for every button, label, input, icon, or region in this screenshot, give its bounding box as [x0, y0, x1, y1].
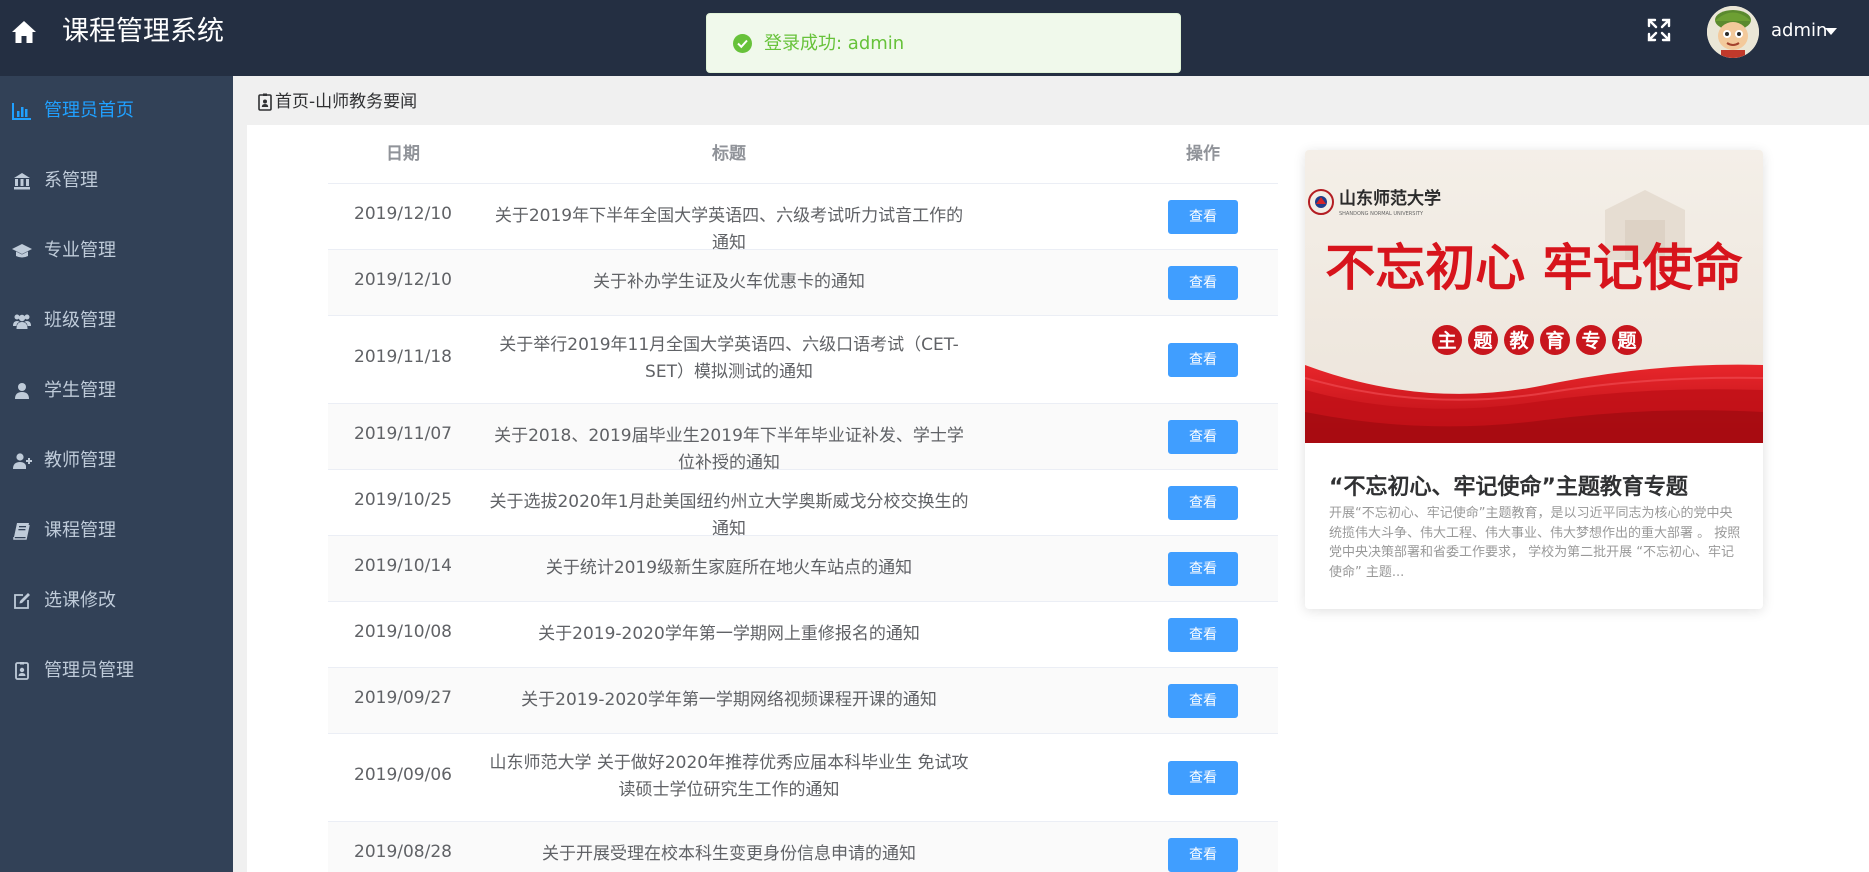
id-badge-icon — [258, 93, 272, 111]
avatar-image — [1707, 6, 1759, 58]
row-date: 2019/09/06 — [354, 765, 452, 785]
row-date: 2019/10/14 — [354, 556, 452, 576]
row-title[interactable]: 关于开展受理在校本科生变更身份信息申请的通知 — [488, 841, 970, 868]
id-badge-icon — [15, 662, 29, 680]
banner-subtitle-char: 题 — [1473, 330, 1492, 352]
row-title[interactable]: 关于补办学生证及火车优惠卡的通知 — [488, 269, 970, 296]
table-row: 2019/10/14 关于统计2019级新生家庭所在地火车站点的通知 查看 — [328, 536, 1278, 602]
sidebar-item-course[interactable]: 课程管理 — [0, 496, 233, 566]
users-icon — [13, 314, 31, 329]
sidebar-item-label: 班级管理 — [44, 310, 116, 331]
banner-school-name-en: SHANDONG NORMAL UNIVERSITY — [1339, 211, 1424, 217]
sidebar-item-label: 管理员管理 — [44, 660, 134, 681]
row-date: 2019/11/07 — [354, 424, 452, 444]
row-title[interactable]: 关于举行2019年11月全国大学英语四、六级口语考试（CET-SET）模拟测试的… — [484, 332, 974, 386]
graduation-cap-icon — [12, 244, 32, 258]
row-date: 2019/12/10 — [354, 270, 452, 290]
sidebar-item-label: 教师管理 — [44, 450, 116, 471]
sidebar-item-label: 选课修改 — [44, 590, 116, 611]
user-name[interactable]: admin — [1771, 18, 1827, 44]
user-plus-icon — [13, 453, 32, 469]
view-button[interactable]: 查看 — [1168, 200, 1238, 234]
row-title[interactable]: 关于2019-2020学年第一学期网上重修报名的通知 — [488, 621, 970, 648]
table-row: 2019/09/06 山东师范大学 关于做好2020年推荐优秀应届本科毕业生 免… — [328, 734, 1278, 822]
user-icon — [15, 383, 29, 399]
row-date: 2019/10/08 — [354, 622, 452, 642]
row-date: 2019/09/27 — [354, 688, 452, 708]
sidebar-item-admin-manage[interactable]: 管理员管理 — [0, 636, 233, 706]
banner-headline: 不忘初心 牢记使命 — [1325, 239, 1742, 297]
feature-description: 开展“不忘初心、牢记使命”主题教育，是以习近平同志为核心的党中央统揽伟大斗争、伟… — [1329, 506, 1741, 580]
table-row: 2019/12/10 关于2019年下半年全国大学英语四、六级考试听力试音工作的… — [328, 184, 1278, 253]
table-row: 2019/12/10 关于补办学生证及火车优惠卡的通知 查看 — [328, 250, 1278, 316]
book-icon — [13, 523, 30, 540]
row-date: 2019/08/28 — [354, 842, 452, 862]
sidebar-item-label: 学生管理 — [44, 380, 116, 401]
row-title[interactable]: 关于2018、2019届毕业生2019年下半年毕业证补发、学士学位补授的通知 — [488, 423, 970, 477]
column-header-date: 日期 — [386, 144, 420, 164]
feature-title[interactable]: “不忘初心、牢记使命”主题教育专题 — [1329, 473, 1688, 503]
view-button[interactable]: 查看 — [1168, 684, 1238, 718]
feature-card[interactable]: 山东师范大学 SHANDONG NORMAL UNIVERSITY 不忘初心 牢… — [1305, 150, 1763, 609]
app-title: 课程管理系统 — [62, 16, 224, 47]
view-button[interactable]: 查看 — [1168, 618, 1238, 652]
table-row: 2019/08/28 关于开展受理在校本科生变更身份信息申请的通知 查看 — [328, 822, 1278, 872]
banner-subtitle-char: 育 — [1545, 329, 1564, 352]
view-button[interactable]: 查看 — [1168, 486, 1238, 520]
check-circle-icon — [733, 34, 752, 53]
table-row: 2019/11/07 关于2018、2019届毕业生2019年下半年毕业证补发、… — [328, 404, 1278, 473]
banner-image: 山东师范大学 SHANDONG NORMAL UNIVERSITY 不忘初心 牢… — [1305, 150, 1763, 443]
sidebar-item-label: 专业管理 — [44, 240, 116, 261]
toast-message: 登录成功: admin — [764, 33, 905, 54]
row-title[interactable]: 关于统计2019级新生家庭所在地火车站点的通知 — [488, 555, 970, 582]
sidebar-item-major[interactable]: 专业管理 — [0, 216, 233, 286]
row-date: 2019/12/10 — [354, 204, 452, 224]
view-button[interactable]: 查看 — [1168, 266, 1238, 300]
edit-icon — [14, 593, 30, 609]
row-title[interactable]: 关于2019-2020学年第一学期网络视频课程开课的通知 — [488, 687, 970, 714]
banner-school-name: 山东师范大学 — [1339, 188, 1441, 209]
breadcrumb-text: 首页-山师教务要闻 — [275, 92, 418, 112]
sidebar-item-label: 课程管理 — [44, 520, 116, 541]
sidebar-item-student[interactable]: 学生管理 — [0, 356, 233, 426]
sidebar-item-label: 系管理 — [44, 170, 98, 191]
column-header-title: 标题 — [712, 144, 746, 164]
row-title[interactable]: 关于选拔2020年1月赴美国纽约州立大学奥斯威戈分校交换生的通知 — [488, 489, 970, 543]
row-title[interactable]: 山东师范大学 关于做好2020年推荐优秀应届本科毕业生 免试攻读硕士学位研究生工… — [484, 750, 974, 804]
sidebar-item-course-selection[interactable]: 选课修改 — [0, 566, 233, 636]
caret-down-icon[interactable] — [1824, 26, 1838, 36]
home-icon[interactable] — [10, 18, 38, 46]
sidebar-item-class[interactable]: 班级管理 — [0, 286, 233, 356]
building-icon — [14, 173, 30, 190]
feature-banner[interactable]: 山东师范大学 SHANDONG NORMAL UNIVERSITY 不忘初心 牢… — [1305, 150, 1763, 443]
view-button[interactable]: 查看 — [1168, 552, 1238, 586]
table-row: 2019/10/08 关于2019-2020学年第一学期网上重修报名的通知 查看 — [328, 602, 1278, 668]
banner-subtitle-char: 题 — [1617, 330, 1636, 352]
view-button[interactable]: 查看 — [1168, 420, 1238, 454]
view-button[interactable]: 查看 — [1168, 838, 1238, 872]
sidebar: 管理员首页 系管理 专业管理 班级管理 学生管理 教师管理 课程管理 选课修改 … — [0, 76, 233, 872]
row-date: 2019/10/25 — [354, 490, 452, 510]
table-row: 2019/09/27 关于2019-2020学年第一学期网络视频课程开课的通知 … — [328, 668, 1278, 734]
success-toast: 登录成功: admin — [706, 13, 1181, 73]
table-row: 2019/11/18 关于举行2019年11月全国大学英语四、六级口语考试（CE… — [328, 316, 1278, 404]
sidebar-item-admin-home[interactable]: 管理员首页 — [0, 76, 233, 146]
view-button[interactable]: 查看 — [1168, 761, 1238, 795]
sidebar-item-teacher[interactable]: 教师管理 — [0, 426, 233, 496]
column-header-action: 操作 — [1186, 144, 1220, 164]
sidebar-item-label: 管理员首页 — [44, 100, 134, 121]
row-date: 2019/11/18 — [354, 347, 452, 367]
sidebar-item-department[interactable]: 系管理 — [0, 146, 233, 216]
fullscreen-icon[interactable] — [1646, 17, 1672, 43]
banner-subtitle-char: 专 — [1581, 329, 1600, 352]
bar-chart-icon — [12, 103, 31, 120]
banner-subtitle-char: 教 — [1509, 329, 1529, 352]
row-title[interactable]: 关于2019年下半年全国大学英语四、六级考试听力试音工作的通知 — [488, 203, 970, 257]
table-row: 2019/10/25 关于选拔2020年1月赴美国纽约州立大学奥斯威戈分校交换生… — [328, 470, 1278, 539]
view-button[interactable]: 查看 — [1168, 343, 1238, 377]
avatar[interactable] — [1707, 6, 1759, 58]
banner-subtitle-char: 主 — [1437, 330, 1456, 352]
